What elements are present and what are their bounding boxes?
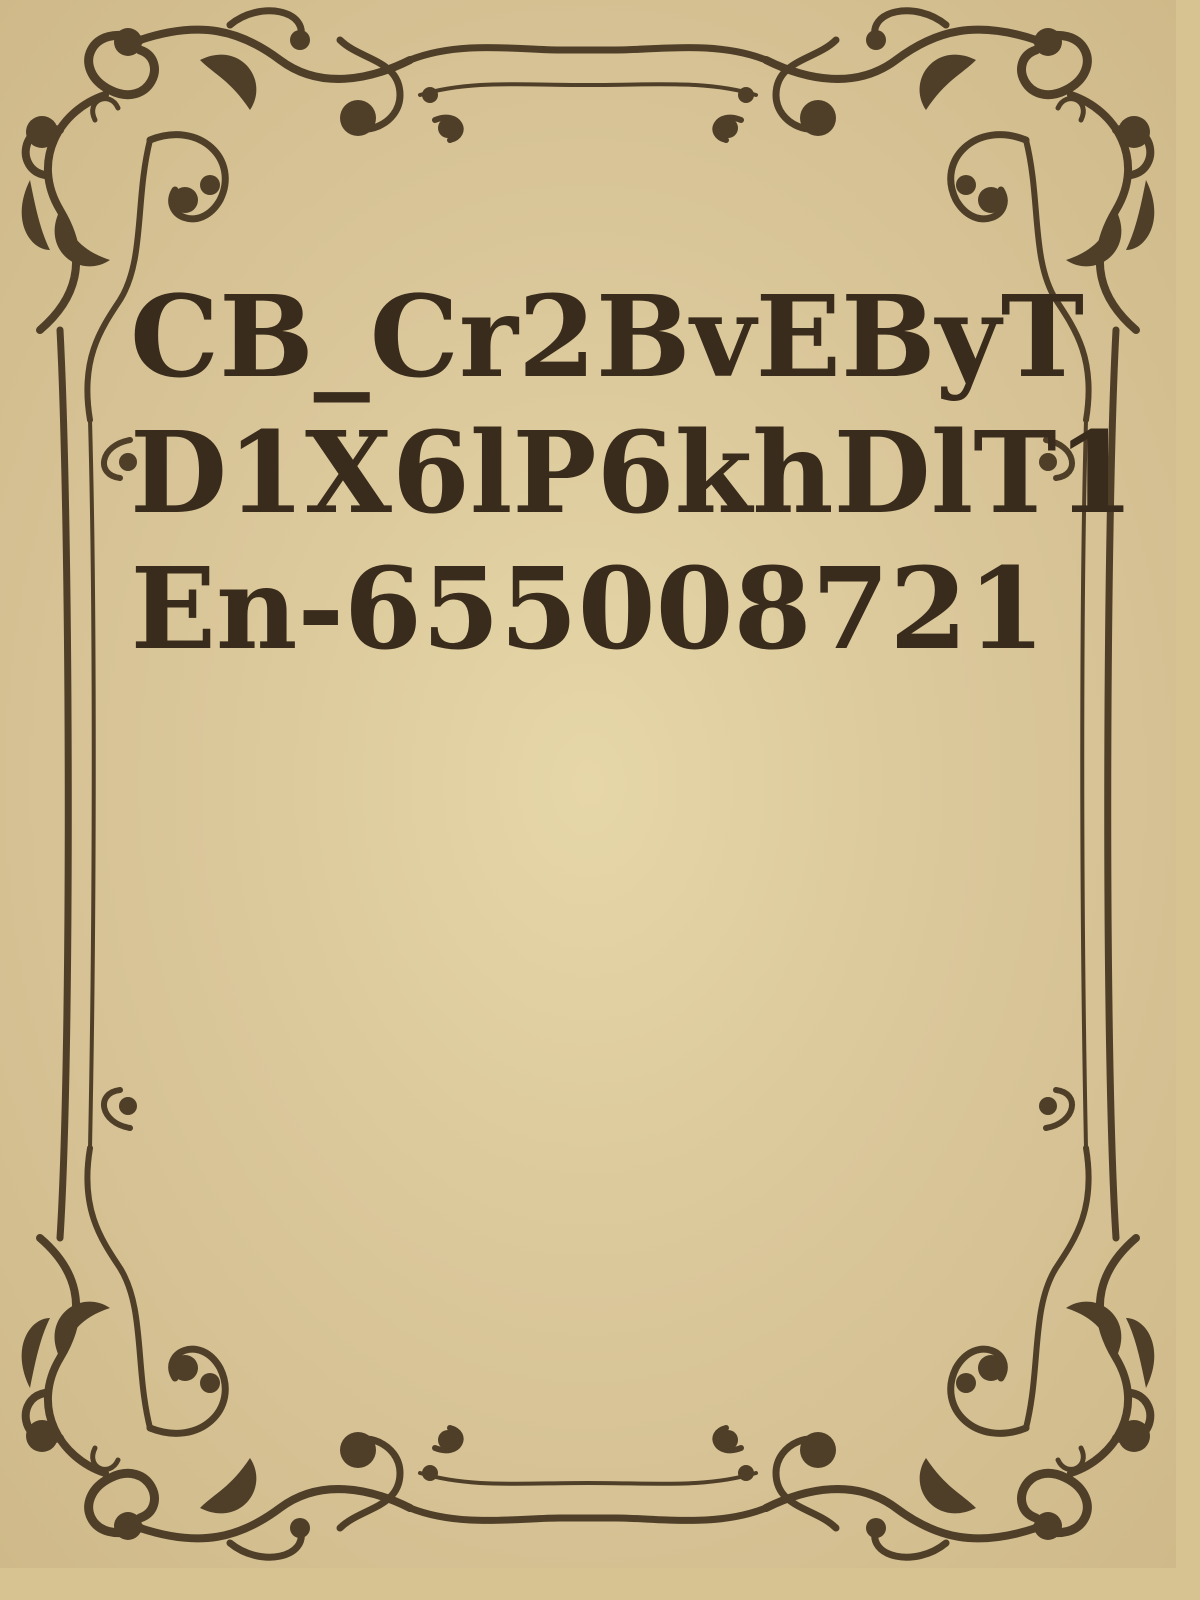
title-line-2: D1X6lP6khDlT1 — [130, 408, 1135, 539]
title-line-3: En-655008721 — [130, 544, 1046, 675]
book-cover: CB_Cr2BvEByT D1X6lP6khDlT1 En-655008721 — [0, 0, 1176, 1568]
title-line-1: CB_Cr2BvEByT — [130, 272, 1085, 403]
flourish-frame-icon — [0, 0, 1176, 1568]
book-title: CB_Cr2BvEByT D1X6lP6khDlT1 En-655008721 — [130, 270, 1135, 678]
